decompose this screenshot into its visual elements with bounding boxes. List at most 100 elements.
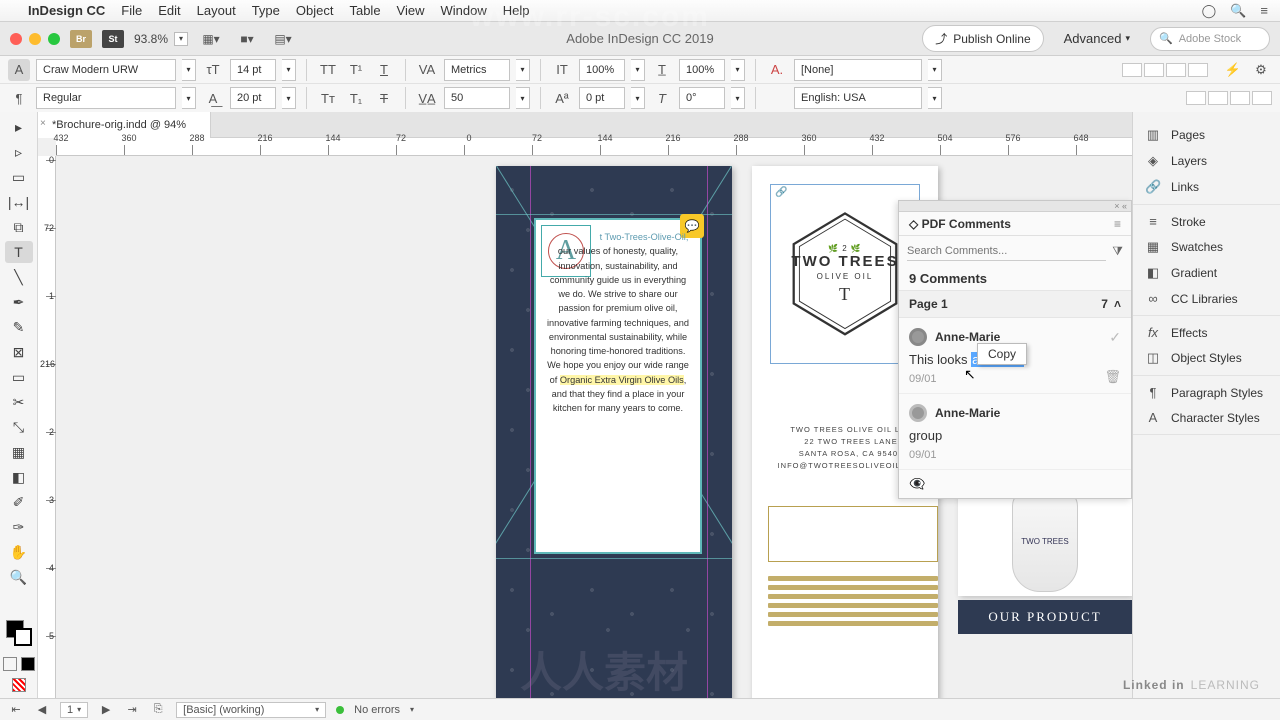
direct-selection-tool[interactable]: ▹ [5, 141, 33, 163]
charstyle-field[interactable]: [None] [794, 59, 922, 81]
resolve-check-icon[interactable]: ✓ [1109, 329, 1121, 346]
kerning-field[interactable]: Metrics [444, 59, 510, 81]
menu-file[interactable]: File [121, 3, 142, 18]
maximize-window[interactable] [48, 33, 60, 45]
minimize-window[interactable] [29, 33, 41, 45]
gradient-feather-tool[interactable]: ◧ [5, 466, 33, 488]
pencil-tool[interactable]: ✎ [5, 316, 33, 338]
scissors-tool[interactable]: ✂ [5, 391, 33, 413]
gpu-icon[interactable]: ⚡ [1222, 59, 1244, 81]
strike-icon[interactable]: T [373, 87, 395, 109]
subscript-icon[interactable]: T₁ [345, 87, 367, 109]
menu-edit[interactable]: Edit [158, 3, 180, 18]
font-family-field[interactable]: Craw Modern URW [36, 59, 176, 81]
menu-lines-icon[interactable]: ≡ [1260, 3, 1268, 18]
first-page-button[interactable]: ⇤ [8, 703, 24, 716]
format-container[interactable] [3, 657, 17, 671]
font-weight-field[interactable]: Regular [36, 87, 176, 109]
visibility-off-icon[interactable]: 👁‍🗨 [909, 476, 925, 491]
vertical-ruler[interactable]: 07212162345 [38, 156, 56, 698]
close-window[interactable] [10, 33, 22, 45]
skew-field[interactable]: 0° [679, 87, 725, 109]
spotlight-icon[interactable]: 🔍 [1230, 3, 1246, 19]
panel-stroke[interactable]: ≡Stroke [1133, 209, 1280, 234]
allcaps-icon[interactable]: TT [317, 59, 339, 81]
page-right-crop[interactable]: TWO TREES OUR PRODUCT [958, 466, 1132, 698]
bridge-button[interactable]: Br [70, 30, 92, 48]
language-field[interactable]: English: USA [794, 87, 922, 109]
rectangle-frame-tool[interactable]: ⊠ [5, 341, 33, 363]
cc-icon[interactable]: ◯ [1202, 3, 1217, 19]
fill-stroke-swatch[interactable] [6, 620, 32, 646]
panel-pages[interactable]: ▥Pages [1133, 122, 1280, 148]
tracking-field[interactable]: 50 [444, 87, 510, 109]
panel-paragraph-styles[interactable]: ¶Paragraph Styles [1133, 380, 1280, 405]
workspace-switcher[interactable]: Advanced▾ [1064, 31, 1130, 46]
panel-collapse-icon[interactable]: « [1122, 201, 1127, 211]
menu-window[interactable]: Window [441, 3, 487, 18]
superscript-icon[interactable]: T¹ [345, 59, 367, 81]
page-tool[interactable]: ▭ [5, 166, 33, 188]
preflight-errors[interactable]: No errors [354, 704, 400, 716]
view-opts-icon[interactable]: ▦▾ [198, 28, 224, 50]
last-page-button[interactable]: ⇥ [124, 703, 140, 716]
panel-swatches[interactable]: ▦Swatches [1133, 234, 1280, 260]
empty-frame[interactable] [768, 506, 938, 562]
baseline-field[interactable]: 0 pt [579, 87, 625, 109]
pdf-comments-tab[interactable]: ◇ PDF Comments≡ [899, 212, 1131, 236]
align-buttons[interactable] [1122, 63, 1208, 77]
apply-none[interactable] [12, 678, 26, 692]
panel-close-icon[interactable]: × [1114, 201, 1119, 211]
leading-field[interactable]: 20 pt [230, 87, 276, 109]
note-tool[interactable]: ✐ [5, 491, 33, 513]
font-dd[interactable]: ▾ [182, 59, 196, 81]
app-name[interactable]: InDesign CC [28, 3, 105, 18]
rectangle-tool[interactable]: ▭ [5, 366, 33, 388]
zoom-tool[interactable]: 🔍 [5, 566, 33, 588]
line-tool[interactable]: ╲ [5, 266, 33, 288]
content-collector-tool[interactable]: ⧉ [5, 216, 33, 238]
selection-tool[interactable]: ▸ [5, 116, 33, 138]
justify-buttons[interactable] [1186, 91, 1272, 105]
comment-item-2[interactable]: Anne-Marie group 09/01 [899, 394, 1131, 470]
format-text[interactable] [21, 657, 35, 671]
pen-tool[interactable]: ✒ [5, 291, 33, 313]
underline-icon[interactable]: T [373, 59, 395, 81]
intro-text-frame[interactable]: 💬 A t Two-Trees-Olive-Oil, our values of… [534, 218, 702, 554]
menu-layout[interactable]: Layout [197, 3, 236, 18]
publish-online-button[interactable]: ⤴Publish Online [922, 25, 1043, 52]
eyedropper-tool[interactable]: ✑ [5, 516, 33, 538]
comments-page-header[interactable]: Page 1 7˄ [899, 290, 1131, 318]
adobe-stock-search[interactable]: 🔍Adobe Stock [1150, 27, 1270, 51]
panel-character-styles[interactable]: ACharacter Styles [1133, 405, 1280, 430]
screen-mode-icon[interactable]: ■▾ [234, 28, 260, 50]
intro-body-text[interactable]: t Two-Trees-Olive-Oil, our values of hon… [544, 230, 692, 415]
zoom-level[interactable]: 93.8%▾ [134, 32, 188, 46]
panel-layers[interactable]: ◈Layers [1133, 148, 1280, 174]
smallcaps-icon[interactable]: Tᴛ [317, 87, 339, 109]
hand-tool[interactable]: ✋ [5, 541, 33, 563]
menu-view[interactable]: View [397, 3, 425, 18]
arrange-icon[interactable]: ▤▾ [270, 28, 296, 50]
open-button[interactable]: ⎘ [150, 703, 166, 716]
canvas[interactable]: 💬 A t Two-Trees-Olive-Oil, our values of… [56, 156, 1132, 698]
menu-table[interactable]: Table [349, 3, 380, 18]
panel-cclibraries[interactable]: ∞CC Libraries [1133, 286, 1280, 311]
comment-item-1[interactable]: Copy Anne-Marie ✓ This looks ↖awkward 09… [899, 318, 1131, 394]
filter-icon[interactable]: ⧩ [1112, 244, 1123, 259]
type-tool[interactable]: T [5, 241, 33, 263]
preflight-profile[interactable]: [Basic] (working) ▾ [176, 702, 326, 718]
panel-object-styles[interactable]: ◫Object Styles [1133, 345, 1280, 371]
panel-links[interactable]: 🔗Links [1133, 174, 1280, 200]
context-menu-copy[interactable]: Copy [977, 343, 1027, 365]
menu-help[interactable]: Help [503, 3, 530, 18]
panel-gradient[interactable]: ◧Gradient [1133, 260, 1280, 286]
menu-object[interactable]: Object [296, 3, 334, 18]
free-transform-tool[interactable]: ⤡ [5, 416, 33, 438]
comments-search-input[interactable] [907, 242, 1106, 261]
next-page-button[interactable]: ▶ [98, 703, 114, 716]
close-tab-icon[interactable]: × [40, 118, 46, 129]
page-left[interactable]: 💬 A t Two-Trees-Olive-Oil, our values of… [496, 166, 732, 698]
character-mode-icon[interactable]: A [8, 59, 30, 81]
panel-effects[interactable]: fxEffects [1133, 320, 1280, 345]
